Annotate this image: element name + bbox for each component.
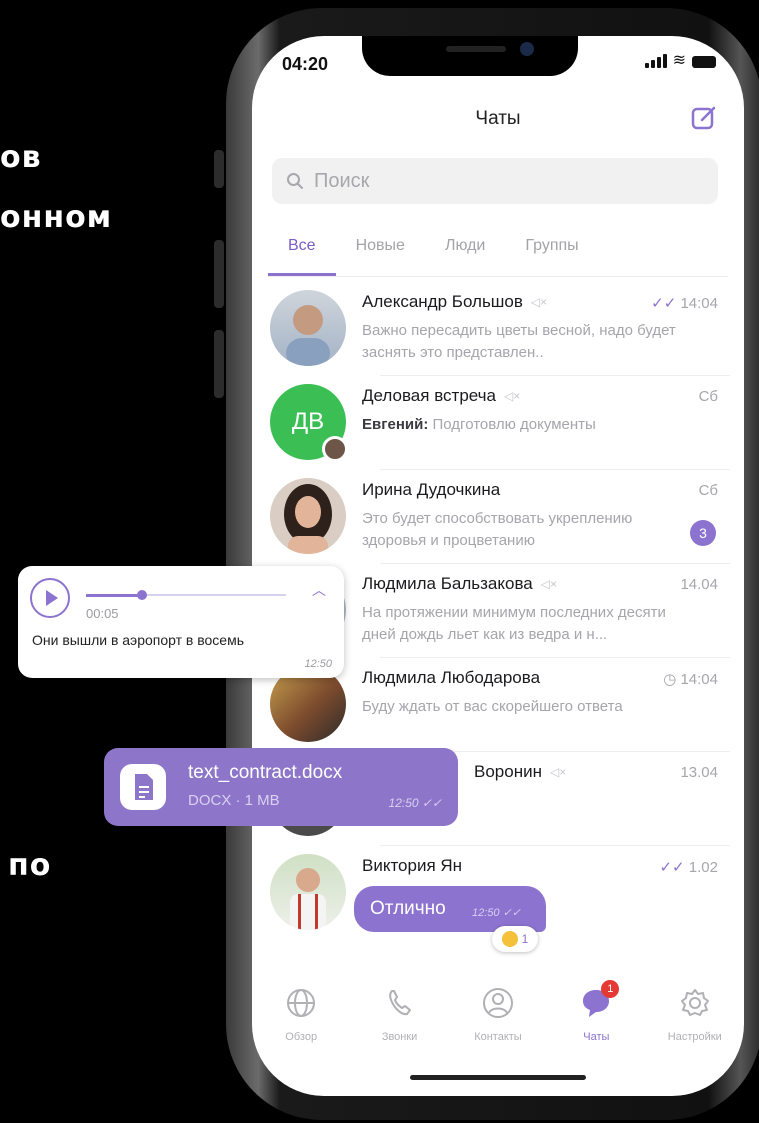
scheduled-icon: ◷ [663, 671, 677, 688]
background-text-3: по [8, 848, 52, 883]
tab-settings[interactable]: Настройки [654, 986, 736, 1056]
chat-item[interactable]: Александр Большов ◁× ✓✓ 14:04 Важно перес… [270, 282, 730, 376]
chat-filter-tabs: Все Новые Люди Группы [268, 234, 599, 276]
tab-settings-label: Настройки [667, 1031, 722, 1043]
chat-preview: На протяжении минимум последних десяти д… [362, 604, 666, 643]
document-icon [120, 764, 166, 810]
chat-name: Деловая встреча ◁× [362, 386, 521, 405]
status-time: 04:20 [282, 54, 329, 74]
smile-emoji-icon [501, 931, 518, 947]
tab-calls[interactable]: Звонки [359, 986, 441, 1056]
volume-down-button [214, 330, 224, 398]
chat-name: Ирина Дудочкина [362, 480, 501, 499]
chat-name: Александр Большов ◁× [362, 292, 548, 311]
home-indicator [410, 1075, 586, 1080]
chat-time: ✓✓ 14:04 [651, 295, 718, 312]
phone-icon [388, 990, 411, 1016]
mute-icon: ◁× [540, 577, 557, 591]
mute-icon: ◁× [549, 765, 567, 779]
chat-time: 14.04 [680, 576, 718, 593]
background-text-2: онном [0, 200, 113, 235]
tab-contacts[interactable]: Контакты [457, 986, 539, 1056]
chat-preview: Буду ждать от вас скорейшего ответа [362, 698, 623, 715]
chat-name: Людмила Бальзакова ◁× [362, 574, 557, 593]
chat-name: Виктория Ян [362, 856, 463, 875]
tab-groups[interactable]: Группы [505, 234, 598, 276]
document-time: 12:50 ✓✓ [388, 796, 442, 810]
tab-all[interactable]: Все [268, 234, 336, 276]
compose-icon[interactable] [690, 104, 718, 132]
avatar [270, 854, 346, 930]
search-icon [287, 173, 303, 189]
member-avatar [322, 436, 348, 462]
reaction-count: 1 [521, 932, 529, 946]
document-name: text_contract.docx [188, 762, 343, 783]
gear-icon [680, 989, 709, 1016]
tabs-divider [268, 276, 728, 277]
page-title: Чаты [475, 108, 521, 129]
chat-item[interactable]: ДВ Деловая встреча ◁× Сб Евгений: Подгото… [270, 376, 730, 470]
globe-icon [287, 989, 316, 1017]
chat-name: Людмила Любодарова [362, 668, 541, 687]
mute-switch [214, 150, 224, 188]
contact-icon [482, 988, 513, 1018]
tab-people[interactable]: Люди [425, 234, 505, 276]
background-text-1: ов [0, 140, 42, 175]
voice-time: 12:50 [304, 658, 332, 670]
chat-time: ✓✓ 1.02 [659, 859, 718, 876]
search-placeholder: Поиск [314, 169, 370, 192]
document-message[interactable]: text_contract.docx DOCX · 1 MB 12:50 ✓✓ [104, 748, 458, 826]
voice-message-card[interactable]: ︿ 00:05 Они вышли в аэропорт в восемь 12… [18, 566, 344, 678]
tab-new[interactable]: Новые [336, 234, 425, 276]
chat-preview: Евгений: Подготовлю документы [362, 416, 596, 433]
battery-icon [692, 56, 716, 68]
status-icons: ≋ [644, 52, 716, 69]
document-size: DOCX · 1 MB [188, 792, 280, 809]
signal-icon [644, 54, 667, 68]
chat-time: Сб [698, 482, 718, 499]
tab-chats[interactable]: 1 Чаты [555, 980, 637, 1056]
tab-calls-label: Звонки [381, 1031, 418, 1043]
chat-name: Воронин ◁× [474, 762, 567, 781]
tab-chats-label: Чаты [583, 1031, 610, 1043]
reaction-badge[interactable]: 1 [492, 926, 538, 952]
bottom-tab-bar: Обзор Звонки Контакты 1 Чаты Настройки [252, 980, 744, 1056]
chat-time: Сб [698, 388, 718, 405]
avatar [270, 290, 346, 366]
audio-progress [86, 594, 142, 597]
chat-preview: Это будет способствовать укреплению здор… [362, 510, 633, 549]
chat-preview: Важно пересадить цветы весной, надо буде… [362, 322, 676, 361]
voice-transcript: Они вышли в аэропорт в восемь [32, 632, 245, 648]
tab-overview-label: Обзор [285, 1031, 318, 1043]
wifi-icon: ≋ [672, 52, 686, 69]
tab-contacts-label: Контакты [474, 1031, 522, 1043]
tab-overview[interactable]: Обзор [260, 986, 342, 1056]
search-input[interactable]: Поиск [272, 158, 718, 204]
play-icon[interactable] [30, 578, 70, 618]
volume-up-button [214, 240, 224, 308]
chat-time: 13.04 [680, 764, 718, 781]
mute-icon: ◁× [530, 295, 548, 309]
message-text: Отлично [370, 898, 446, 919]
notch [362, 36, 578, 76]
notification-badge: 1 [601, 980, 620, 998]
avatar [270, 478, 346, 554]
chevron-up-icon[interactable]: ︿ [312, 580, 326, 600]
chat-item[interactable]: Ирина Дудочкина Сб Это будет способствов… [270, 470, 730, 564]
audio-scrubber[interactable] [137, 590, 147, 600]
chat-time: ◷ 14:04 [663, 671, 718, 688]
voice-duration: 00:05 [86, 606, 119, 621]
speaker [446, 46, 506, 52]
unread-badge: 3 [690, 520, 716, 546]
camera [520, 42, 534, 56]
message-time: 12:50 ✓✓ [472, 907, 522, 919]
mute-icon: ◁× [503, 389, 521, 403]
avatar: ДВ [270, 384, 348, 462]
